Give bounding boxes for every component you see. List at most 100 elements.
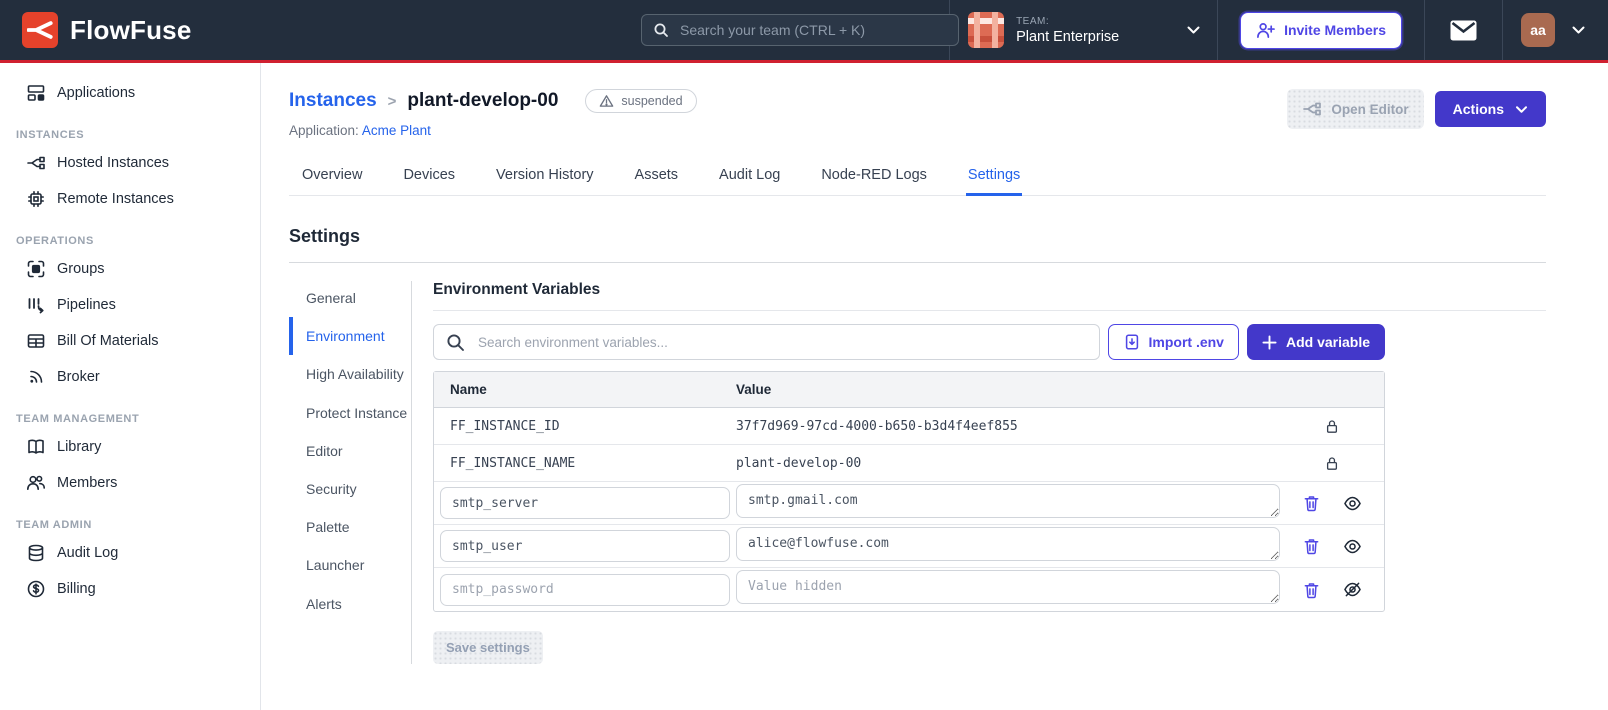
delete-variable-button[interactable] [1303, 581, 1320, 599]
sidebar: Applications INSTANCES Hosted Instances … [0, 63, 261, 710]
eye-icon [1343, 538, 1362, 555]
search-input[interactable] [678, 21, 947, 39]
toggle-visibility-button[interactable] [1343, 581, 1362, 598]
breadcrumb-separator: > [387, 92, 397, 110]
chevron-down-icon [1515, 105, 1528, 114]
toggle-visibility-button[interactable] [1343, 495, 1362, 512]
settings-nav-alerts[interactable]: Alerts [289, 585, 411, 623]
remote-instances-icon [26, 189, 46, 209]
settings-nav-environment[interactable]: Environment [289, 317, 411, 356]
table-row [434, 568, 1384, 611]
tab-overview[interactable]: Overview [300, 158, 364, 196]
sidebar-item-library[interactable]: Library [0, 429, 260, 465]
settings-nav-security[interactable]: Security [289, 470, 411, 508]
user-menu[interactable]: aa [1502, 0, 1608, 60]
settings-nav-protect-instance[interactable]: Protect Instance [289, 394, 411, 432]
actions-label: Actions [1452, 101, 1504, 117]
application-link[interactable]: Acme Plant [362, 123, 431, 138]
trash-icon [1303, 494, 1320, 512]
table-row: smtp.gmail.com [434, 482, 1384, 525]
main-content: Instances > plant-develop-00 suspended A… [261, 63, 1608, 710]
sidebar-item-billing[interactable]: Billing [0, 571, 260, 607]
env-var-name-input[interactable] [440, 530, 730, 562]
delete-variable-button[interactable] [1303, 537, 1320, 555]
team-selector[interactable]: TEAM: Plant Enterprise [949, 0, 1217, 60]
environment-title: Environment Variables [433, 281, 601, 298]
settings-nav-general[interactable]: General [289, 279, 411, 317]
breadcrumb-instances-link[interactable]: Instances [289, 90, 377, 112]
tab-assets[interactable]: Assets [633, 158, 681, 196]
tab-settings[interactable]: Settings [965, 158, 1023, 196]
import-env-button[interactable]: Import .env [1107, 324, 1239, 360]
sidebar-item-label: Pipelines [57, 297, 116, 313]
hosted-instances-icon [26, 153, 46, 173]
tab-devices[interactable]: Devices [401, 158, 457, 196]
mail-icon [1450, 20, 1477, 41]
sidebar-item-bill-of-materials[interactable]: Bill Of Materials [0, 323, 260, 359]
table-row: alice@flowfuse.com [434, 525, 1384, 568]
eye-off-icon [1343, 581, 1362, 598]
settings-nav-launcher[interactable]: Launcher [289, 546, 411, 584]
env-var-value-input[interactable]: smtp.gmail.com [736, 483, 1280, 518]
env-search-input[interactable] [476, 333, 1087, 351]
import-icon [1123, 333, 1141, 351]
search-icon [653, 22, 669, 38]
pipelines-icon [26, 295, 46, 315]
sidebar-item-members[interactable]: Members [0, 465, 260, 501]
chevron-down-icon [1571, 25, 1586, 35]
settings-nav-editor[interactable]: Editor [289, 432, 411, 470]
sidebar-item-broker[interactable]: Broker [0, 359, 260, 395]
notifications-button[interactable] [1424, 0, 1502, 60]
env-var-value-input[interactable] [736, 570, 1280, 604]
sidebar-item-hosted-instances[interactable]: Hosted Instances [0, 145, 260, 181]
table-row: FF_INSTANCE_ID 37f7d969-97cd-4000-b650-b… [434, 408, 1384, 445]
sidebar-item-remote-instances[interactable]: Remote Instances [0, 181, 260, 217]
lock-icon [1325, 456, 1339, 471]
sidebar-item-audit-log[interactable]: Audit Log [0, 535, 260, 571]
billing-icon [26, 579, 46, 599]
add-variable-label: Add variable [1285, 334, 1370, 350]
status-badge-label: suspended [621, 94, 683, 108]
env-search[interactable] [433, 324, 1100, 360]
sidebar-item-label: Audit Log [57, 545, 119, 561]
toggle-visibility-button[interactable] [1343, 538, 1362, 555]
sidebar-item-label: Remote Instances [57, 191, 174, 207]
open-editor-label: Open Editor [1331, 101, 1409, 117]
broker-icon [26, 367, 46, 387]
sidebar-item-label: Hosted Instances [57, 155, 170, 171]
plus-icon [1262, 334, 1277, 350]
sidebar-item-pipelines[interactable]: Pipelines [0, 287, 260, 323]
instance-tabs: Overview Devices Version History Assets … [289, 158, 1546, 196]
sidebar-item-label: Billing [57, 581, 96, 597]
settings-nav-high-availability[interactable]: High Availability [289, 355, 411, 393]
env-var-value-input[interactable]: alice@flowfuse.com [736, 526, 1280, 561]
env-variables-table: Name Value FF_INSTANCE_ID 37f7d969-97cd-… [433, 371, 1385, 612]
library-icon [26, 437, 46, 457]
settings-nav-palette[interactable]: Palette [289, 508, 411, 546]
save-settings-button[interactable]: Save settings [433, 631, 543, 664]
tab-audit-log[interactable]: Audit Log [717, 158, 782, 196]
env-var-name: FF_INSTANCE_ID [450, 418, 560, 434]
actions-button[interactable]: Actions [1434, 91, 1546, 127]
tab-version-history[interactable]: Version History [494, 158, 596, 196]
env-var-name-input[interactable] [440, 487, 730, 519]
column-header-value: Value [736, 382, 772, 397]
settings-title: Settings [289, 226, 361, 246]
trash-icon [1303, 581, 1320, 599]
brand[interactable]: FlowFuse [22, 12, 192, 48]
team-search[interactable] [641, 14, 959, 46]
breadcrumb: Instances > plant-develop-00 suspended [289, 89, 697, 113]
branch-icon [1302, 99, 1322, 119]
delete-variable-button[interactable] [1303, 494, 1320, 512]
members-icon [26, 473, 46, 493]
tab-node-red-logs[interactable]: Node-RED Logs [819, 158, 929, 196]
add-variable-button[interactable]: Add variable [1246, 324, 1385, 360]
open-editor-button[interactable]: Open Editor [1287, 89, 1424, 129]
env-var-name-input[interactable] [440, 573, 730, 606]
sidebar-section-team-management: TEAM MANAGEMENT [16, 413, 140, 425]
sidebar-item-groups[interactable]: Groups [0, 251, 260, 287]
invite-members-button[interactable]: Invite Members [1240, 11, 1402, 49]
table-header: Name Value [434, 372, 1384, 408]
column-header-name: Name [450, 382, 487, 397]
sidebar-item-applications[interactable]: Applications [0, 75, 260, 111]
